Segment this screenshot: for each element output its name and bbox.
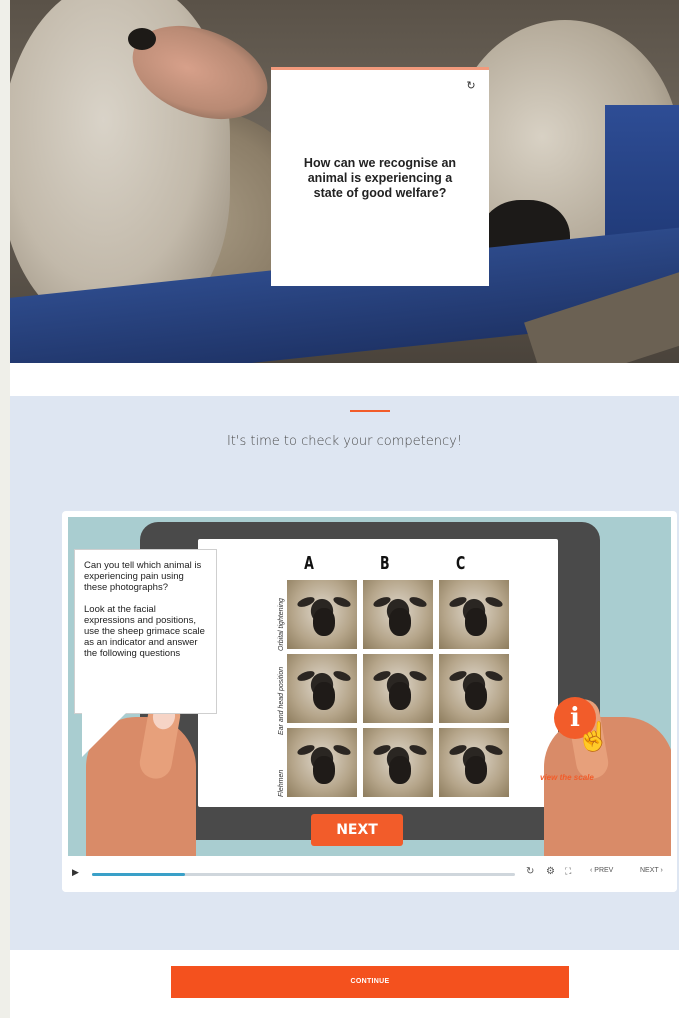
accent-divider xyxy=(350,410,390,412)
video-player[interactable]: A B C Orbital tightening Ear and head po… xyxy=(62,511,677,892)
next-button[interactable]: NEXT xyxy=(311,814,403,846)
sheep-photo-c1 xyxy=(438,579,510,650)
speech-tail xyxy=(82,713,126,757)
view-scale-link[interactable]: view the scale xyxy=(540,773,594,782)
spacer xyxy=(10,363,679,396)
speech-bubble: Can you tell which animal is experiencin… xyxy=(74,549,217,714)
prev-button[interactable]: ‹ PREV xyxy=(590,867,613,874)
sheep-photo-a1 xyxy=(286,579,358,650)
continue-area: CONTINUE xyxy=(10,950,679,1018)
sheep-photo-b2 xyxy=(362,653,434,724)
flip-card[interactable]: ↻ How can we recognise an animal is expe… xyxy=(271,67,489,286)
gear-icon[interactable]: ⚙ xyxy=(546,866,555,877)
sheep-photo-c3 xyxy=(438,727,510,798)
row-label-ear: Ear and head position xyxy=(278,666,285,735)
sheep-photo-b3 xyxy=(362,727,434,798)
feeder-rail xyxy=(605,105,679,245)
continue-button[interactable]: CONTINUE xyxy=(171,966,569,998)
row-label-flehmen: Flehmen xyxy=(278,769,285,797)
speech-paragraph: Look at the facial expressions and posit… xyxy=(84,604,205,659)
column-label-b: B xyxy=(380,553,390,574)
column-label-c: C xyxy=(455,553,466,574)
fullscreen-icon[interactable]: ⛶ xyxy=(565,866,571,877)
video-stage[interactable]: A B C Orbital tightening Ear and head po… xyxy=(68,517,671,856)
competency-section: It's time to check your competency! A B … xyxy=(10,396,679,950)
replay-icon[interactable]: ↻ xyxy=(526,866,534,877)
speech-paragraph: Can you tell which animal is experiencin… xyxy=(84,560,202,593)
play-icon[interactable]: ▶ xyxy=(72,867,79,878)
next-slide-button[interactable]: NEXT › xyxy=(640,867,663,874)
pointer-hand-icon: ☝ xyxy=(576,721,611,752)
card-question: How can we recognise an animal is experi… xyxy=(303,155,457,200)
sheep-eye xyxy=(128,28,156,50)
progress-fill xyxy=(92,873,186,876)
sheep-photo-b1 xyxy=(362,579,434,650)
column-label-a: A xyxy=(304,553,314,574)
sheep-photo-a2 xyxy=(286,653,358,724)
sheep-photo-a3 xyxy=(286,727,358,798)
rotate-icon[interactable]: ↻ xyxy=(464,79,478,93)
tablet-screen: A B C Orbital tightening Ear and head po… xyxy=(198,539,558,807)
hero-banner: ↻ How can we recognise an animal is expe… xyxy=(10,0,679,363)
sheep-photo-c2 xyxy=(438,653,510,724)
progress-bar[interactable] xyxy=(92,873,515,876)
row-label-orbital: Orbital tightening xyxy=(278,598,285,651)
section-heading: It's time to check your competency! xyxy=(226,434,463,449)
player-controls: ▶ ↻ ⚙ ⛶ ‹ PREV NEXT › xyxy=(62,856,677,892)
